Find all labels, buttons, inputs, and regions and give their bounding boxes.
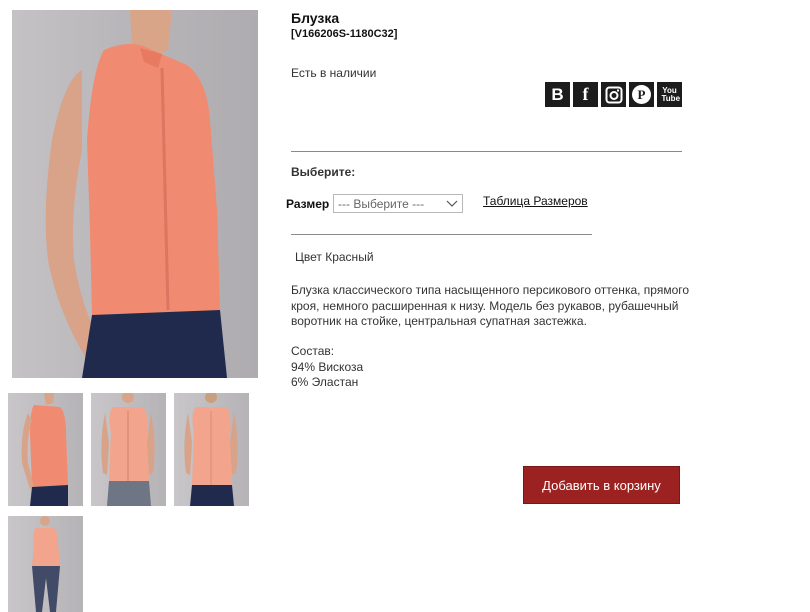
availability-status: Есть в наличии [291, 66, 377, 80]
product-title: Блузка [291, 10, 340, 26]
size-select[interactable]: --- Выберите --- [333, 194, 463, 213]
thumbnail-side-view[interactable] [8, 393, 83, 506]
composition-item: 6% Эластан [291, 375, 359, 389]
pinterest-icon[interactable]: P [629, 82, 654, 107]
size-select-value: --- Выберите --- [338, 197, 425, 211]
social-share-bar: B f P You Tube [545, 82, 682, 107]
vk-icon[interactable]: B [545, 82, 570, 107]
composition-item: 94% Вискоза [291, 359, 364, 374]
chevron-down-icon [446, 200, 458, 207]
choose-options-label: Выберите: [291, 165, 356, 179]
main-product-photo [12, 10, 258, 378]
product-sku: [V166206S-1180C32] [291, 28, 398, 40]
product-color: Цвет Красный [295, 250, 374, 264]
product-composition: Состав: 94% Вискоза 6% Эластан [291, 344, 363, 391]
thumbnail-front-view[interactable] [91, 393, 166, 506]
youtube-icon[interactable]: You Tube [657, 82, 682, 107]
composition-label: Состав: [291, 344, 335, 358]
thumbnail-back-view[interactable] [174, 393, 249, 506]
instagram-icon[interactable] [601, 82, 626, 107]
divider [291, 234, 592, 235]
add-to-cart-button[interactable]: Добавить в корзину [523, 466, 680, 504]
size-label: Размер [286, 197, 330, 211]
divider [291, 151, 682, 152]
size-chart-link[interactable]: Таблица Размеров [483, 194, 588, 208]
facebook-icon[interactable]: f [573, 82, 598, 107]
thumbnail-full-length[interactable] [8, 516, 83, 612]
product-description: Блузка классического типа насыщенного пе… [291, 283, 690, 328]
